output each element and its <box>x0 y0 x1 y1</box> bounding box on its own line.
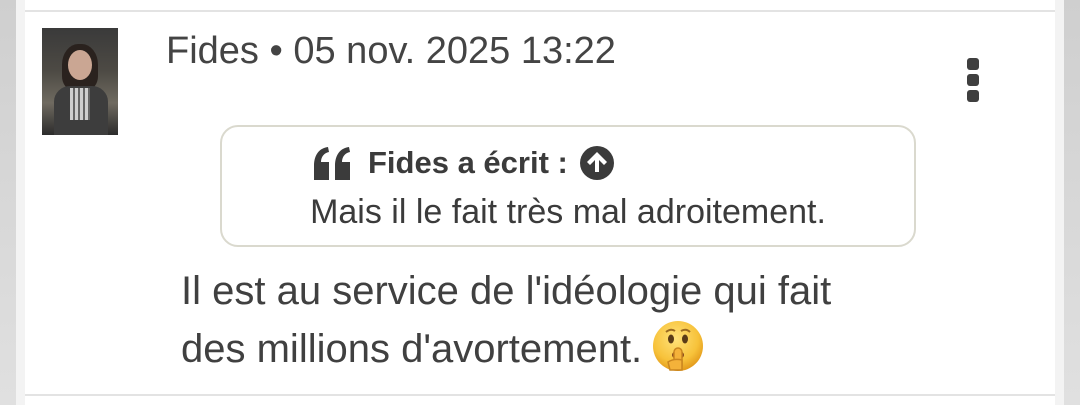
quote-icon <box>314 147 350 180</box>
page-background-left <box>0 0 16 405</box>
page-background-right <box>1064 0 1080 405</box>
quote-header: Fides a écrit : <box>312 145 614 181</box>
post-timestamp[interactable]: 05 nov. 2025 13:22 <box>293 30 616 72</box>
divider <box>25 394 1055 396</box>
post-body-line: des millions d'avortement. <box>181 320 941 378</box>
more-vertical-icon[interactable] <box>967 58 981 102</box>
author-name[interactable]: Fides <box>166 30 259 72</box>
quote-author-label: Fides a écrit : <box>368 145 568 180</box>
quote-block: Fides a écrit : Mais il le fait très mal… <box>220 125 916 247</box>
arrow-up-circle-icon[interactable] <box>579 146 614 180</box>
post-body-line: Il est au service de l'idéologie qui fai… <box>181 269 832 313</box>
post-body: Il est au service de l'idéologie qui fai… <box>181 262 941 378</box>
shushing-face-emoji <box>653 321 704 371</box>
avatar[interactable] <box>42 28 118 135</box>
quote-text: Mais il le fait très mal adroitement. <box>310 193 826 231</box>
post-meta: Fides • 05 nov. 2025 13:22 <box>166 30 616 73</box>
forum-post: Fides • 05 nov. 2025 13:22 Fides a écrit… <box>16 0 1064 405</box>
divider <box>25 10 1055 12</box>
meta-separator: • <box>269 30 283 72</box>
